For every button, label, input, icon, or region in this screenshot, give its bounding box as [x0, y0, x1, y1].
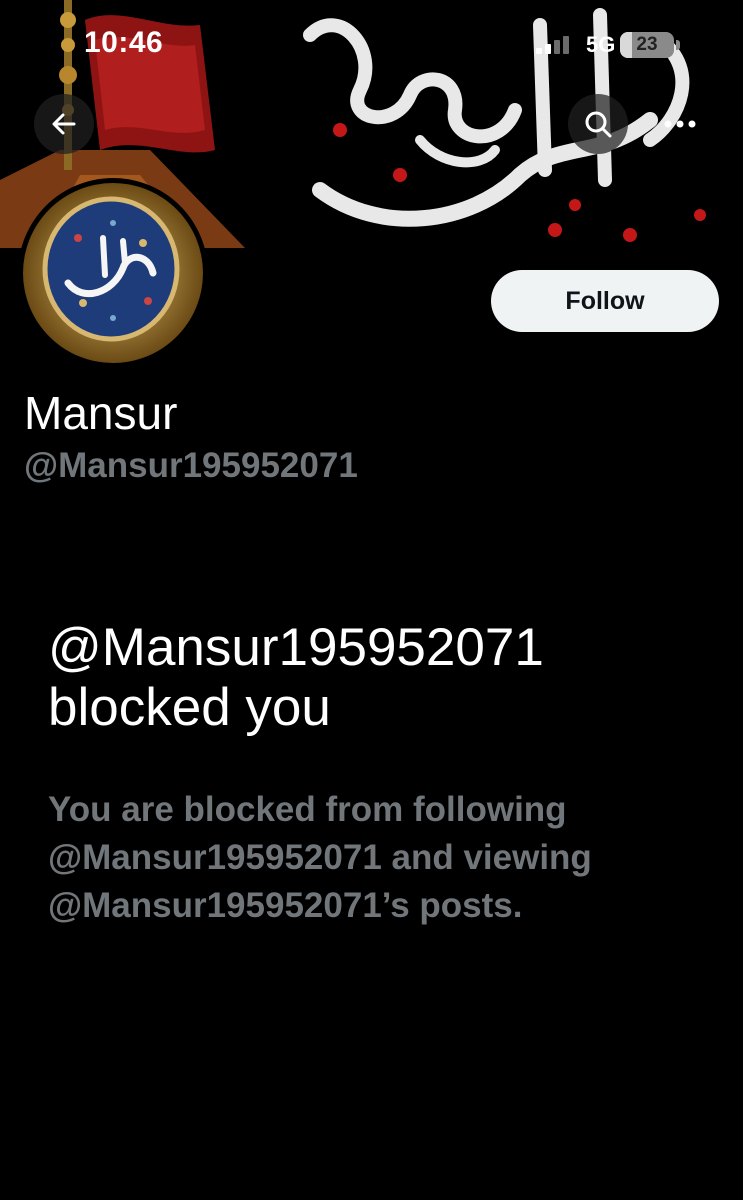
profile-handle: @Mansur195952071 — [24, 446, 358, 485]
blocked-title-handle: @Mansur195952071 — [48, 618, 544, 677]
blocked-description: You are blocked from following @Mansur19… — [48, 790, 592, 925]
network-type: 5G — [586, 32, 616, 57]
status-time: 10:46 — [84, 26, 164, 59]
more-options-icon — [664, 120, 696, 128]
signal-strength-icon — [536, 36, 576, 54]
back-arrow-icon — [52, 113, 76, 135]
avatar-image — [23, 183, 203, 363]
blocked-title: @Mansur195952071 blocked you — [48, 618, 708, 738]
battery-icon: 23 — [620, 32, 680, 58]
avatar[interactable] — [18, 178, 208, 368]
search-button[interactable] — [568, 94, 628, 154]
back-button[interactable] — [34, 94, 94, 154]
battery-percent: 23 — [636, 34, 658, 55]
more-options-button[interactable] — [650, 94, 710, 154]
display-name: Mansur — [24, 387, 178, 439]
blocked-title-text: blocked you — [48, 678, 331, 737]
follow-button[interactable]: Follow — [491, 270, 719, 332]
search-icon — [585, 111, 612, 138]
